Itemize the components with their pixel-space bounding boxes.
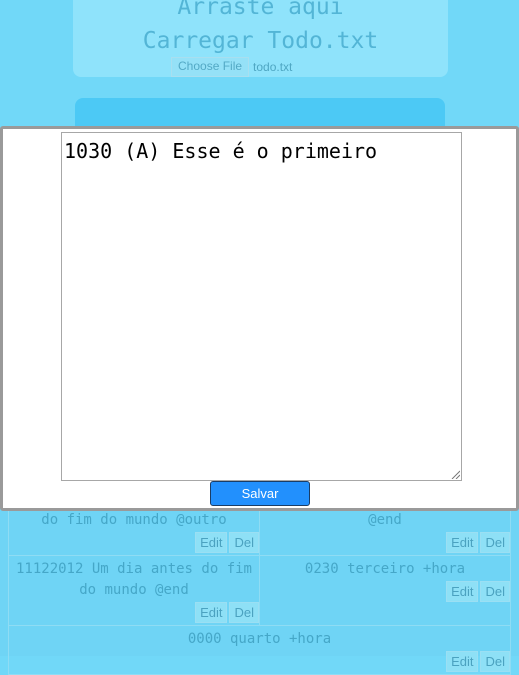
edit-button[interactable]: Edit: [446, 581, 479, 602]
delete-button[interactable]: Del: [229, 602, 259, 623]
task-text: 11122012 Um dia antes do fim do mundo @e…: [15, 561, 252, 598]
task-cell: @end Edit Del: [259, 506, 511, 556]
upload-dropzone[interactable]: Arraste aqui Carregar Todo.txt Choose Fi…: [73, 0, 448, 77]
task-cell: 0000 quarto +hora Edit Del: [8, 625, 511, 675]
load-file-label: Carregar Todo.txt: [142, 28, 379, 54]
edit-button[interactable]: Edit: [195, 602, 228, 623]
save-button[interactable]: Salvar: [210, 481, 310, 506]
task-text: 0000 quarto +hora: [187, 631, 332, 647]
edit-modal: 1030 (A) Esse é o primeiro Salvar: [0, 126, 519, 511]
selected-file-name: todo.txt: [253, 60, 293, 74]
task-table: do fim do mundo @outro Edit Del @end Edit…: [8, 506, 511, 675]
task-text: 0230 terceiro +hora: [304, 561, 466, 577]
drop-hint: Arraste aqui: [177, 0, 344, 20]
edit-button[interactable]: Edit: [195, 532, 228, 553]
delete-button[interactable]: Del: [229, 532, 259, 553]
delete-button[interactable]: Del: [480, 532, 510, 553]
choose-file-button[interactable]: Choose File: [171, 57, 250, 77]
table-row: 0000 quarto +hora Edit Del: [8, 625, 511, 675]
delete-button[interactable]: Del: [480, 651, 510, 672]
task-cell: do fim do mundo @outro Edit Del: [8, 506, 260, 556]
task-list: do fim do mundo @outro Edit Del @end Edit…: [0, 506, 519, 675]
table-row: 11122012 Um dia antes do fim do mundo @e…: [8, 555, 511, 626]
task-cell: 0230 terceiro +hora Edit Del: [259, 555, 511, 626]
edit-button[interactable]: Edit: [446, 532, 479, 553]
todo-editor-textarea[interactable]: 1030 (A) Esse é o primeiro: [61, 132, 462, 481]
delete-button[interactable]: Del: [480, 581, 510, 602]
task-cell: 11122012 Um dia antes do fim do mundo @e…: [8, 555, 260, 626]
resize-handle-icon[interactable]: [450, 469, 460, 479]
edit-button[interactable]: Edit: [446, 651, 479, 672]
file-input-row: Choose File todo.txt: [171, 57, 292, 77]
table-row: do fim do mundo @outro Edit Del @end Edit…: [8, 506, 511, 556]
